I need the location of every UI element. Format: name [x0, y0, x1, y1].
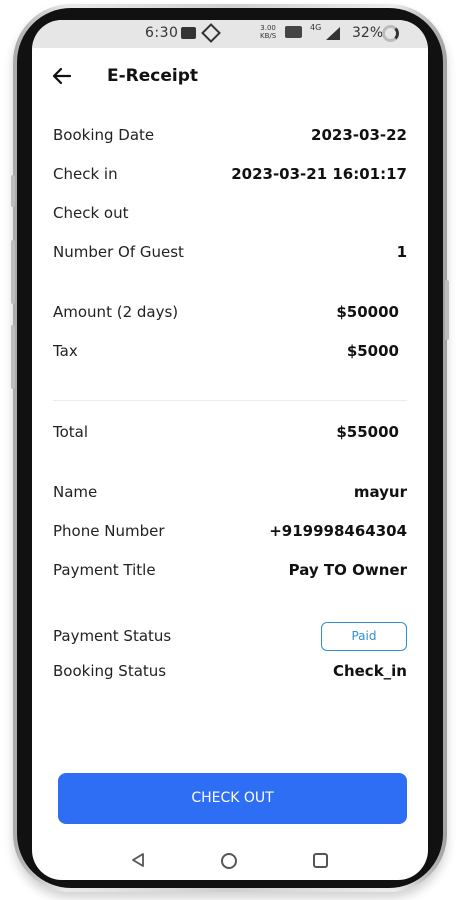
total-label: Total: [53, 423, 89, 441]
name-value: mayur: [353, 483, 407, 501]
volume-up-button: [11, 240, 15, 304]
phone-label: Phone Number: [53, 522, 165, 540]
booking-date-label: Booking Date: [53, 126, 155, 144]
booking-status-label: Booking Status: [53, 662, 167, 680]
nav-back-icon[interactable]: [130, 852, 146, 868]
arrow-left-icon[interactable]: [52, 66, 72, 86]
status-time: 6:30: [145, 25, 179, 41]
status-bar: 6:30 3.00 KB/S 4G 32%: [32, 20, 428, 48]
payment-status-label: Payment Status: [53, 627, 172, 645]
booking-status-value: Check_in: [332, 662, 407, 680]
payment-title-value: Pay TO Owner: [288, 561, 407, 579]
tax-value: $5000: [346, 342, 399, 360]
guests-label: Number Of Guest: [53, 243, 184, 261]
payment-title-label: Payment Title: [53, 561, 156, 579]
amount-label: Amount (2 days): [53, 303, 179, 321]
page-title: E-Receipt: [107, 66, 199, 86]
total-value: $55000: [336, 423, 399, 441]
phone-value: +919998464304: [269, 522, 407, 540]
booking-date-value: 2023-03-22: [311, 126, 407, 144]
name-label: Name: [53, 483, 98, 501]
amount-value: $50000: [336, 303, 399, 321]
tax-label: Tax: [53, 342, 78, 360]
check-in-label: Check in: [53, 165, 118, 183]
side-key: [445, 280, 449, 340]
volte-icon: [285, 26, 302, 38]
divider: [53, 400, 407, 401]
check-out-button[interactable]: CHECK OUT: [58, 773, 407, 824]
payment-status-badge: Paid: [321, 622, 407, 651]
check-out-label: Check out: [53, 204, 129, 222]
network-type: 4G: [310, 23, 322, 32]
volume-down-button: [11, 325, 15, 389]
system-nav-bar: [32, 838, 428, 880]
network-speed-unit: KB/S: [260, 32, 277, 40]
network-speed: 3.00 KB/S: [260, 24, 276, 40]
app-notification-icon: [201, 23, 221, 43]
guests-value: 1: [396, 243, 407, 261]
power-button: [11, 175, 15, 207]
nav-recents-icon[interactable]: [313, 853, 328, 868]
notification-icon: [181, 27, 196, 39]
network-speed-value: 3.00: [260, 24, 276, 32]
screen: 6:30 3.00 KB/S 4G 32% E-Receipt Booking …: [32, 20, 428, 880]
check-in-value: 2023-03-21 16:01:17: [231, 165, 407, 183]
battery-icon: [382, 25, 399, 42]
nav-home-icon[interactable]: [221, 853, 237, 869]
signal-icon: [326, 27, 340, 40]
battery-level: 32%: [352, 25, 384, 41]
